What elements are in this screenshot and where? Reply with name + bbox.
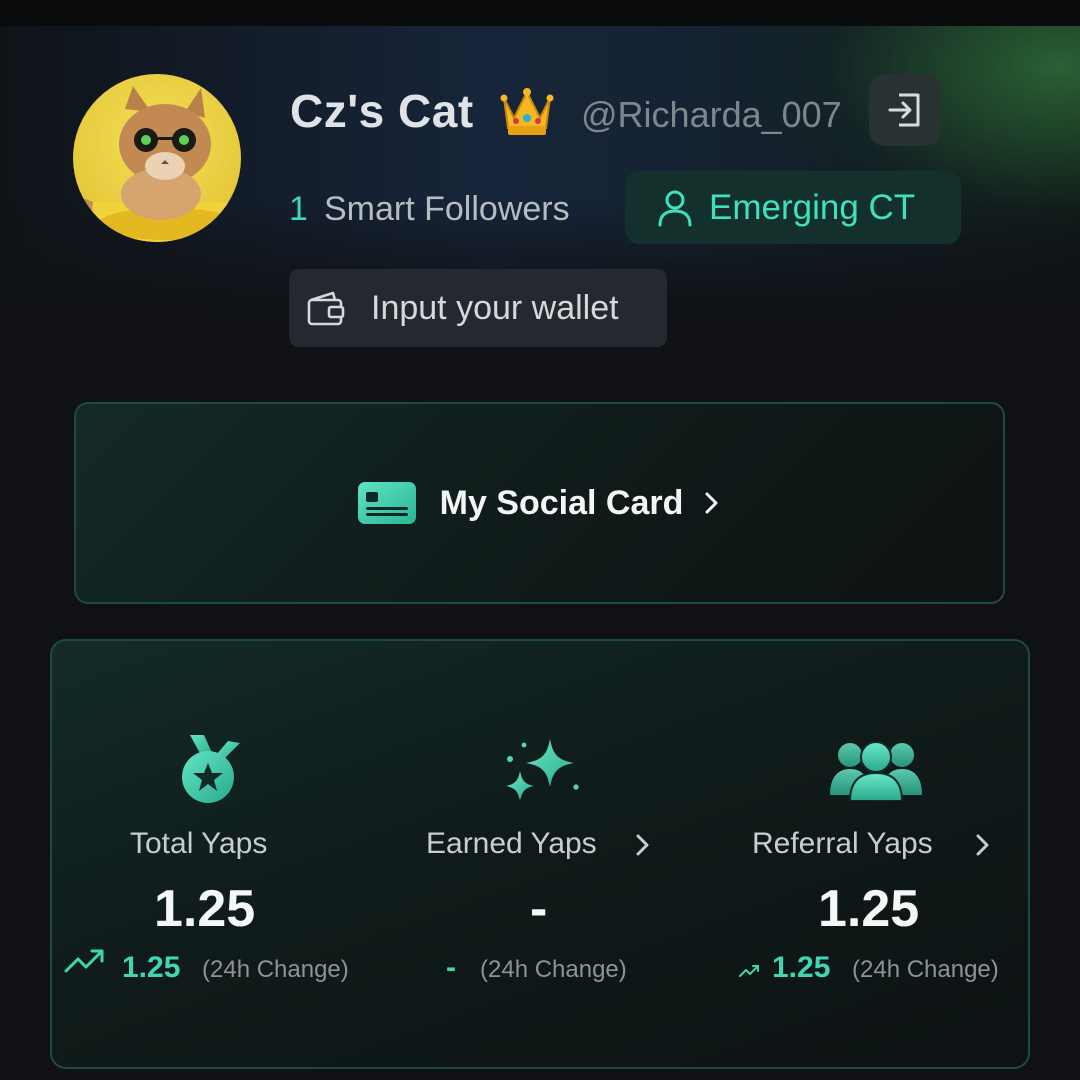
stat-change-value: - bbox=[446, 951, 456, 984]
logout-button[interactable] bbox=[869, 74, 941, 146]
wallet-button-label: Input your wallet bbox=[371, 288, 619, 327]
stat-change-value: 1.25 bbox=[122, 951, 181, 984]
input-wallet-button[interactable]: Input your wallet bbox=[289, 269, 667, 347]
wallet-icon bbox=[307, 291, 345, 326]
stat-value: - bbox=[530, 880, 548, 938]
chevron-right-icon bbox=[705, 492, 718, 514]
stat-earned-yaps[interactable]: Earned Yaps - - (24h Change) bbox=[372, 641, 712, 1071]
top-status-bar bbox=[0, 0, 1080, 26]
stat-referral-yaps[interactable]: Referral Yaps 1.25 1.25 (24h Change) bbox=[712, 641, 1030, 1071]
chevron-right-icon[interactable] bbox=[634, 831, 652, 859]
trend-up-icon bbox=[739, 965, 759, 977]
tier-badge[interactable]: Emerging CT bbox=[625, 171, 961, 244]
stat-change-label: (24h Change) bbox=[480, 956, 627, 983]
stat-value: 1.25 bbox=[154, 880, 256, 938]
tier-label: Emerging CT bbox=[709, 187, 916, 227]
id-card-icon bbox=[357, 482, 416, 524]
yaps-stats-panel: Total Yaps 1.25 1.25 (24h Change) Earned… bbox=[50, 639, 1030, 1069]
medal-icon bbox=[182, 735, 240, 803]
stat-value: 1.25 bbox=[818, 880, 920, 938]
crown-icon bbox=[498, 84, 556, 140]
stat-change-label: (24h Change) bbox=[202, 956, 349, 983]
avatar[interactable] bbox=[73, 74, 241, 242]
chevron-right-icon[interactable] bbox=[974, 831, 992, 859]
users-icon bbox=[830, 741, 922, 801]
stat-total-yaps: Total Yaps 1.25 1.25 (24h Change) bbox=[52, 641, 372, 1071]
stat-title: Total Yaps bbox=[130, 827, 268, 860]
stat-title[interactable]: Earned Yaps bbox=[426, 827, 597, 861]
profile-name: Cz's Cat bbox=[290, 85, 474, 137]
stat-change-label: (24h Change) bbox=[852, 956, 999, 983]
smart-followers-count: 1 bbox=[289, 190, 308, 228]
profile-handle: @Richarda_007 bbox=[581, 94, 842, 135]
trend-up-icon bbox=[64, 949, 104, 973]
user-icon bbox=[658, 190, 692, 226]
cat-avatar-image bbox=[83, 86, 238, 242]
smart-followers-label: Smart Followers bbox=[324, 190, 570, 228]
logout-icon bbox=[888, 93, 920, 127]
social-card-label: My Social Card bbox=[439, 483, 684, 522]
stat-title[interactable]: Referral Yaps bbox=[752, 827, 933, 861]
stat-change-value: 1.25 bbox=[772, 951, 831, 984]
social-card-button[interactable]: My Social Card bbox=[74, 402, 1005, 604]
sparkles-icon bbox=[506, 739, 579, 801]
